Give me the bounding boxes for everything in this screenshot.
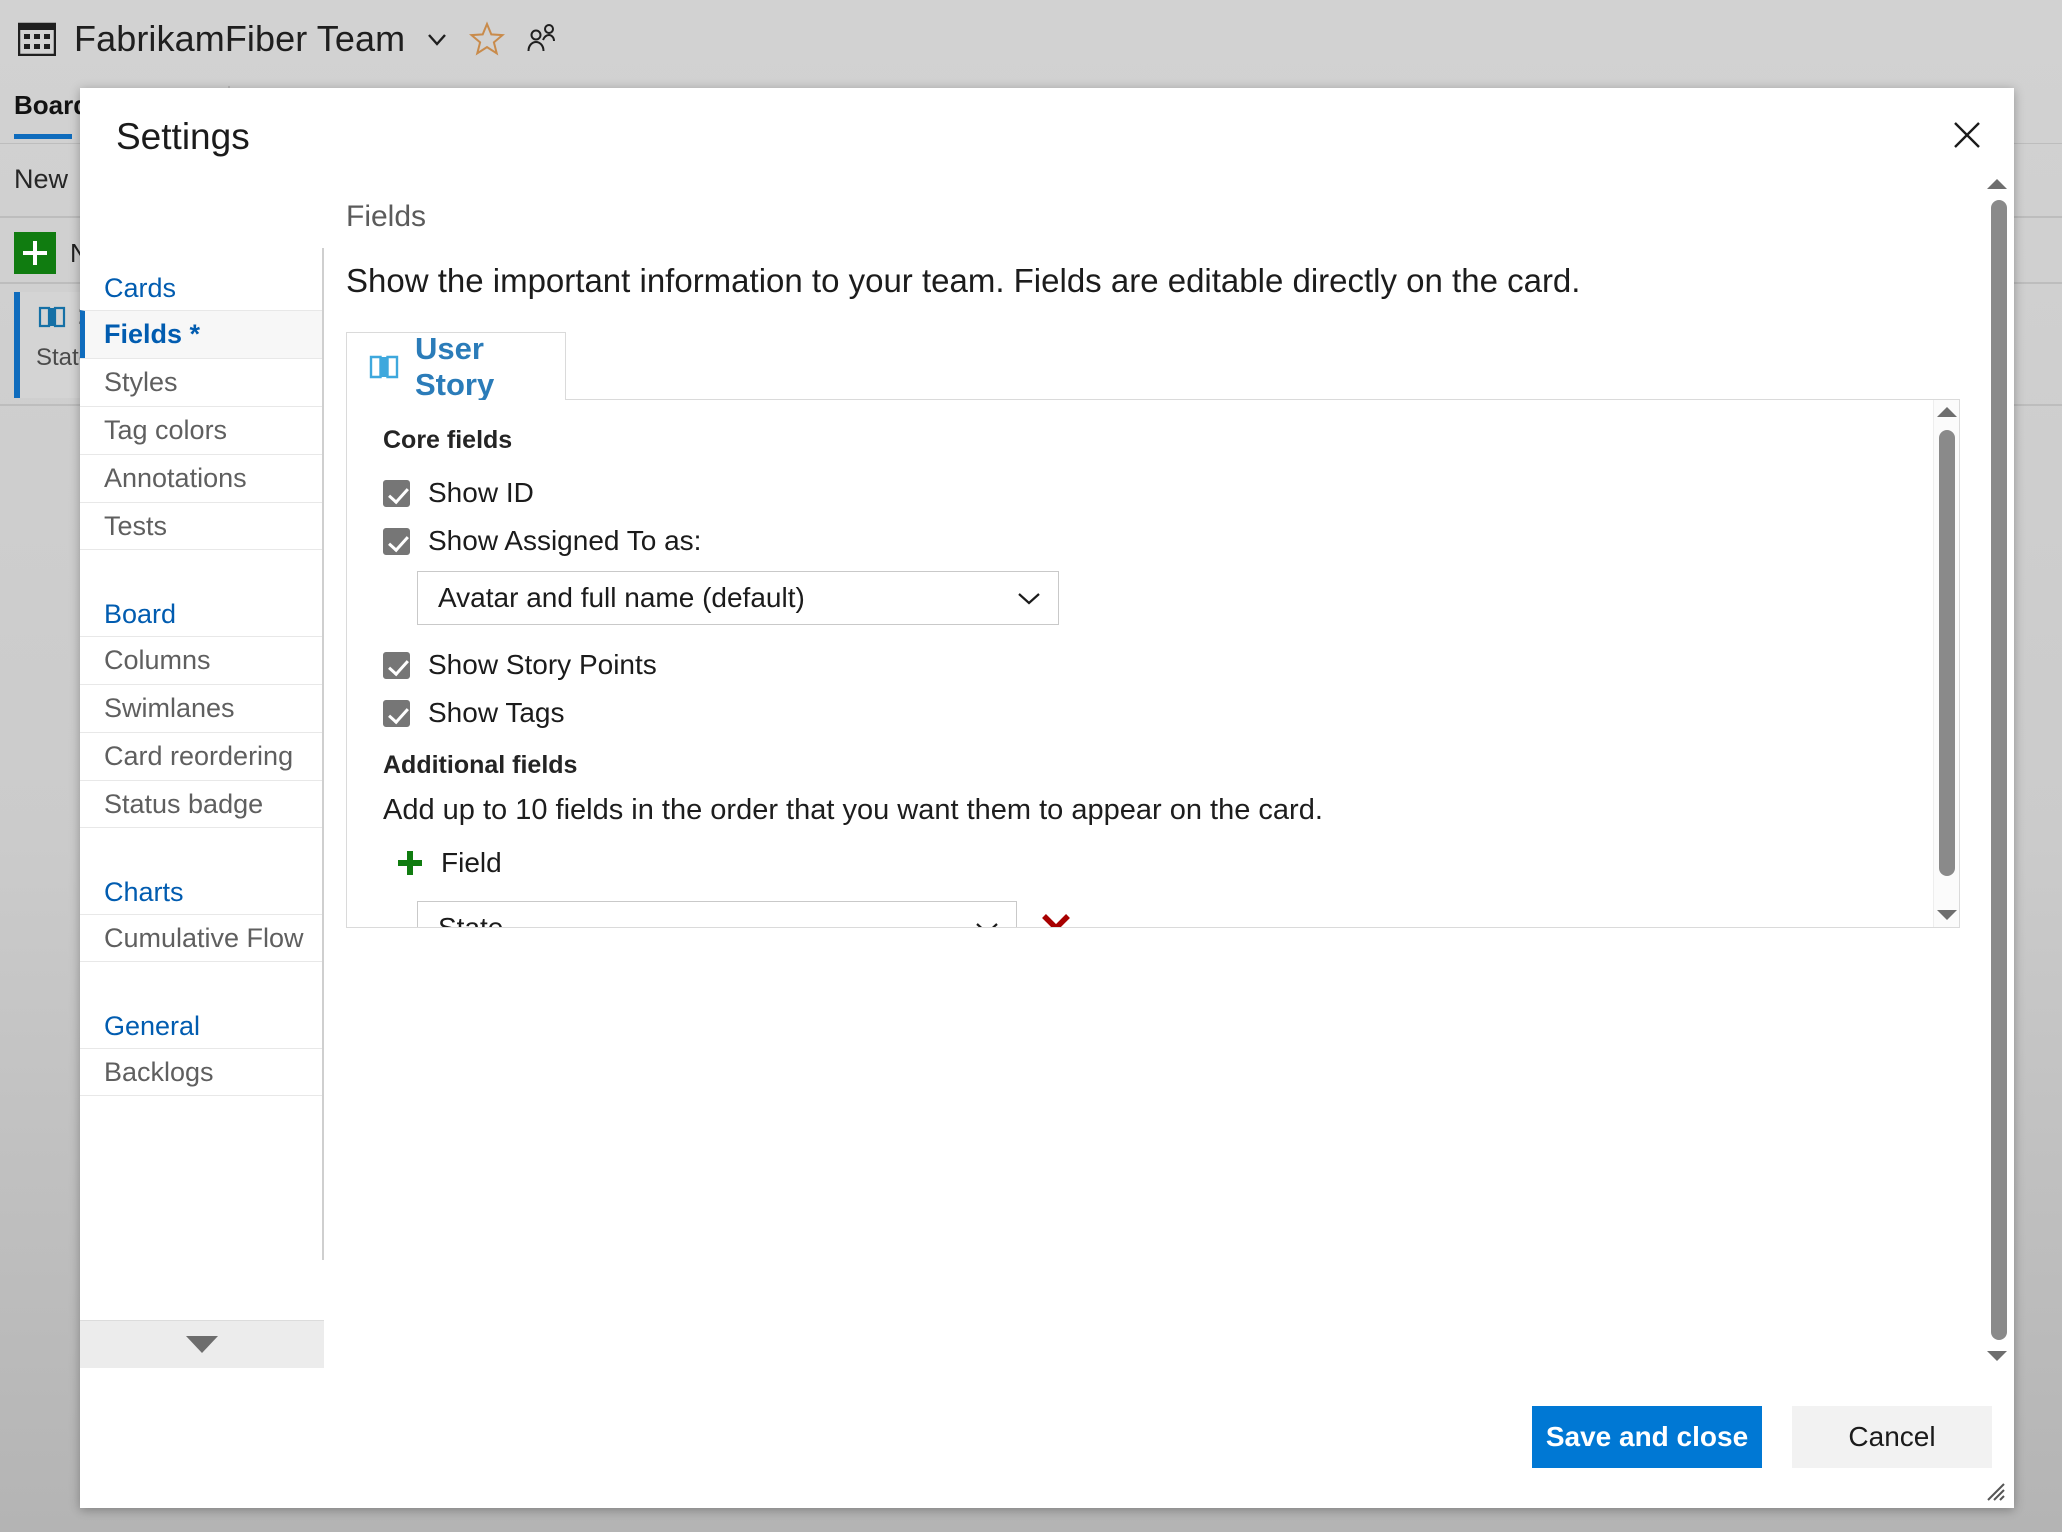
checkbox-show-id[interactable]: Show ID [383, 469, 1933, 517]
resize-grip-icon[interactable] [1980, 1476, 2006, 1502]
sidebar-item-styles[interactable]: Styles [80, 358, 322, 406]
add-field-label: Field [441, 847, 502, 878]
core-fields-label: Core fields [383, 426, 513, 454]
app-header: FabrikamFiber Team [0, 0, 2062, 78]
chevron-down-icon [974, 920, 1000, 927]
select-value: State [438, 912, 504, 928]
additional-field-row: State [417, 901, 1933, 928]
people-icon[interactable] [523, 21, 559, 57]
scroll-down-arrow-icon[interactable] [1934, 903, 1959, 927]
sidebar-item-cumulative-flow[interactable]: Cumulative Flow [80, 914, 322, 962]
sidebar-item-label: Tests [104, 510, 168, 541]
dialog-scrollbar[interactable] [1984, 172, 2014, 1368]
scroll-down-arrow-icon[interactable] [1984, 1344, 2010, 1368]
additional-fields-label: Additional fields [383, 751, 578, 779]
delete-x-icon[interactable] [1039, 911, 1073, 927]
chevron-down-icon [1016, 590, 1042, 606]
scrollbar-thumb[interactable] [1939, 430, 1955, 876]
sidebar-item-label: Cumulative Flow [104, 922, 304, 953]
checkbox-label: Show Assigned To as: [428, 525, 702, 556]
plus-icon [14, 232, 56, 274]
save-and-close-button[interactable]: Save and close [1532, 1406, 1762, 1468]
sidebar-item-status-badge[interactable]: Status badge [80, 780, 322, 828]
sidebar-group-cards[interactable]: Cards [80, 248, 322, 310]
sidebar-group-board[interactable]: Board [80, 574, 322, 636]
tab-active-underline [14, 134, 72, 139]
sidebar-group-general[interactable]: General [80, 986, 322, 1048]
sidebar-item-label: Annotations [104, 463, 247, 493]
sidebar-item-label: Fields * [104, 319, 201, 349]
sidebar-item-card-reordering[interactable]: Card reordering [80, 732, 322, 780]
fields-panel-scrollbar[interactable] [1933, 400, 1959, 927]
sidebar-item-tag-colors[interactable]: Tag colors [80, 406, 322, 454]
dialog-title: Settings [116, 116, 250, 157]
breadcrumb: Fields [346, 200, 427, 233]
page-description: Show the important information to your t… [346, 262, 1581, 299]
sidebar-item-fields[interactable]: Fields * [80, 310, 322, 358]
fields-content: Core fields Show ID Show Assigned To as:… [347, 400, 1933, 927]
checkbox-show-tags[interactable]: Show Tags [383, 689, 1933, 737]
work-item-type-tabs: User Story [346, 330, 1960, 402]
checkbox-show-assigned-to[interactable]: Show Assigned To as: [383, 517, 1933, 565]
dialog-footer: Save and close Cancel [80, 1368, 2014, 1508]
assigned-to-display-select[interactable]: Avatar and full name (default) [417, 571, 1059, 625]
checkbox-box [383, 527, 410, 555]
grid-building-icon [18, 22, 56, 56]
star-icon[interactable] [469, 21, 506, 57]
additional-fields-description: Add up to 10 fields in the order that yo… [383, 794, 1323, 826]
chevron-down-icon[interactable] [423, 25, 451, 53]
chevron-down-scroll-icon [186, 1336, 218, 1353]
settings-main-panel: Fields Show the important information to… [326, 172, 1984, 1368]
sidebar-item-columns[interactable]: Columns [80, 636, 322, 684]
settings-dialog: Settings Cards Fields * Styles Tag color… [80, 88, 2014, 1508]
close-icon[interactable] [1934, 102, 2000, 168]
scroll-up-arrow-icon[interactable] [1934, 400, 1959, 424]
cancel-button[interactable]: Cancel [1792, 1406, 1992, 1468]
book-icon [38, 305, 66, 329]
sidebar-group-charts[interactable]: Charts [80, 852, 322, 914]
column-title-new: New [14, 164, 69, 194]
tab-user-story[interactable]: User Story [346, 330, 566, 402]
sidebar-item-label: Backlogs [104, 1056, 214, 1087]
dialog-body: Cards Fields * Styles Tag colors Annotat… [80, 172, 2014, 1368]
sidebar-scroll-down-button[interactable] [80, 1320, 324, 1368]
select-value: Avatar and full name (default) [438, 582, 805, 613]
plus-icon [395, 848, 425, 878]
checkbox-box [383, 479, 410, 507]
sidebar-item-swimlanes[interactable]: Swimlanes [80, 684, 322, 732]
scrollbar-thumb[interactable] [1991, 200, 2007, 1340]
sidebar-item-tests[interactable]: Tests [80, 502, 322, 550]
checkbox-box [383, 699, 410, 727]
checkbox-show-story-points[interactable]: Show Story Points [383, 641, 1933, 689]
sidebar-item-backlogs[interactable]: Backlogs [80, 1048, 322, 1096]
team-name[interactable]: FabrikamFiber Team [74, 18, 405, 60]
sidebar-item-label: Card reordering [104, 741, 294, 771]
add-field-button[interactable]: Field [395, 847, 502, 879]
fields-panel: Core fields Show ID Show Assigned To as:… [346, 400, 1960, 928]
tab-label: User Story [415, 330, 495, 402]
settings-navigation[interactable]: Cards Fields * Styles Tag colors Annotat… [80, 248, 324, 1260]
tab-board[interactable]: Board [14, 90, 89, 133]
checkbox-box [383, 651, 410, 679]
sidebar-item-annotations[interactable]: Annotations [80, 454, 322, 502]
sidebar-item-label: Tag colors [104, 415, 228, 445]
sidebar-item-label: Styles [104, 367, 178, 397]
checkbox-label: Show Tags [428, 697, 565, 728]
sidebar-item-label: Status badge [104, 788, 264, 819]
sidebar-item-label: Columns [104, 645, 211, 675]
sidebar-item-label: Swimlanes [104, 693, 235, 723]
checkbox-label: Show ID [428, 477, 534, 508]
checkbox-label: Show Story Points [428, 649, 657, 680]
book-icon [369, 354, 399, 380]
field-select-state[interactable]: State [417, 901, 1017, 928]
scroll-up-arrow-icon[interactable] [1984, 172, 2010, 196]
